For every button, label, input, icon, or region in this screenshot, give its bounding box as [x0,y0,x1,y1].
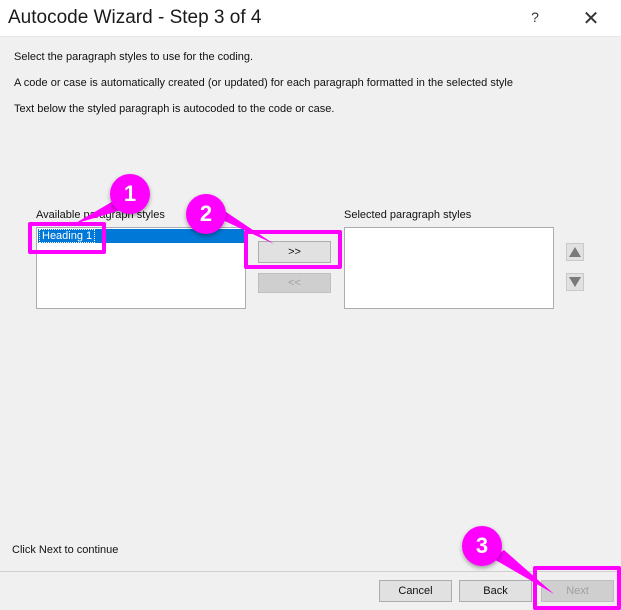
instruction-line-3: Text below the styled paragraph is autoc… [14,103,335,115]
instruction-line-2: A code or case is automatically created … [14,77,513,89]
triangle-up-icon [569,247,581,257]
callout-badge-3: 3 [462,526,502,566]
move-up-button[interactable] [566,243,584,261]
move-down-button[interactable] [566,273,584,291]
wizard-body: Select the paragraph styles to use for t… [0,37,621,571]
help-button[interactable]: ? [526,9,544,25]
selected-styles-list[interactable] [344,227,554,309]
window-title: Autocode Wizard - Step 3 of 4 [8,7,262,28]
close-button[interactable]: ✕ [580,6,602,31]
triangle-down-icon [569,277,581,287]
status-text: Click Next to continue [12,544,119,556]
remove-style-button[interactable]: << [258,273,331,293]
title-bar: Autocode Wizard - Step 3 of 4 ? ✕ [0,0,621,37]
cancel-button[interactable]: Cancel [379,580,452,602]
selected-styles-label: Selected paragraph styles [344,209,472,221]
callout-badge-2: 2 [186,194,226,234]
instruction-line-1: Select the paragraph styles to use for t… [14,51,254,63]
callout-badge-1: 1 [110,174,150,214]
